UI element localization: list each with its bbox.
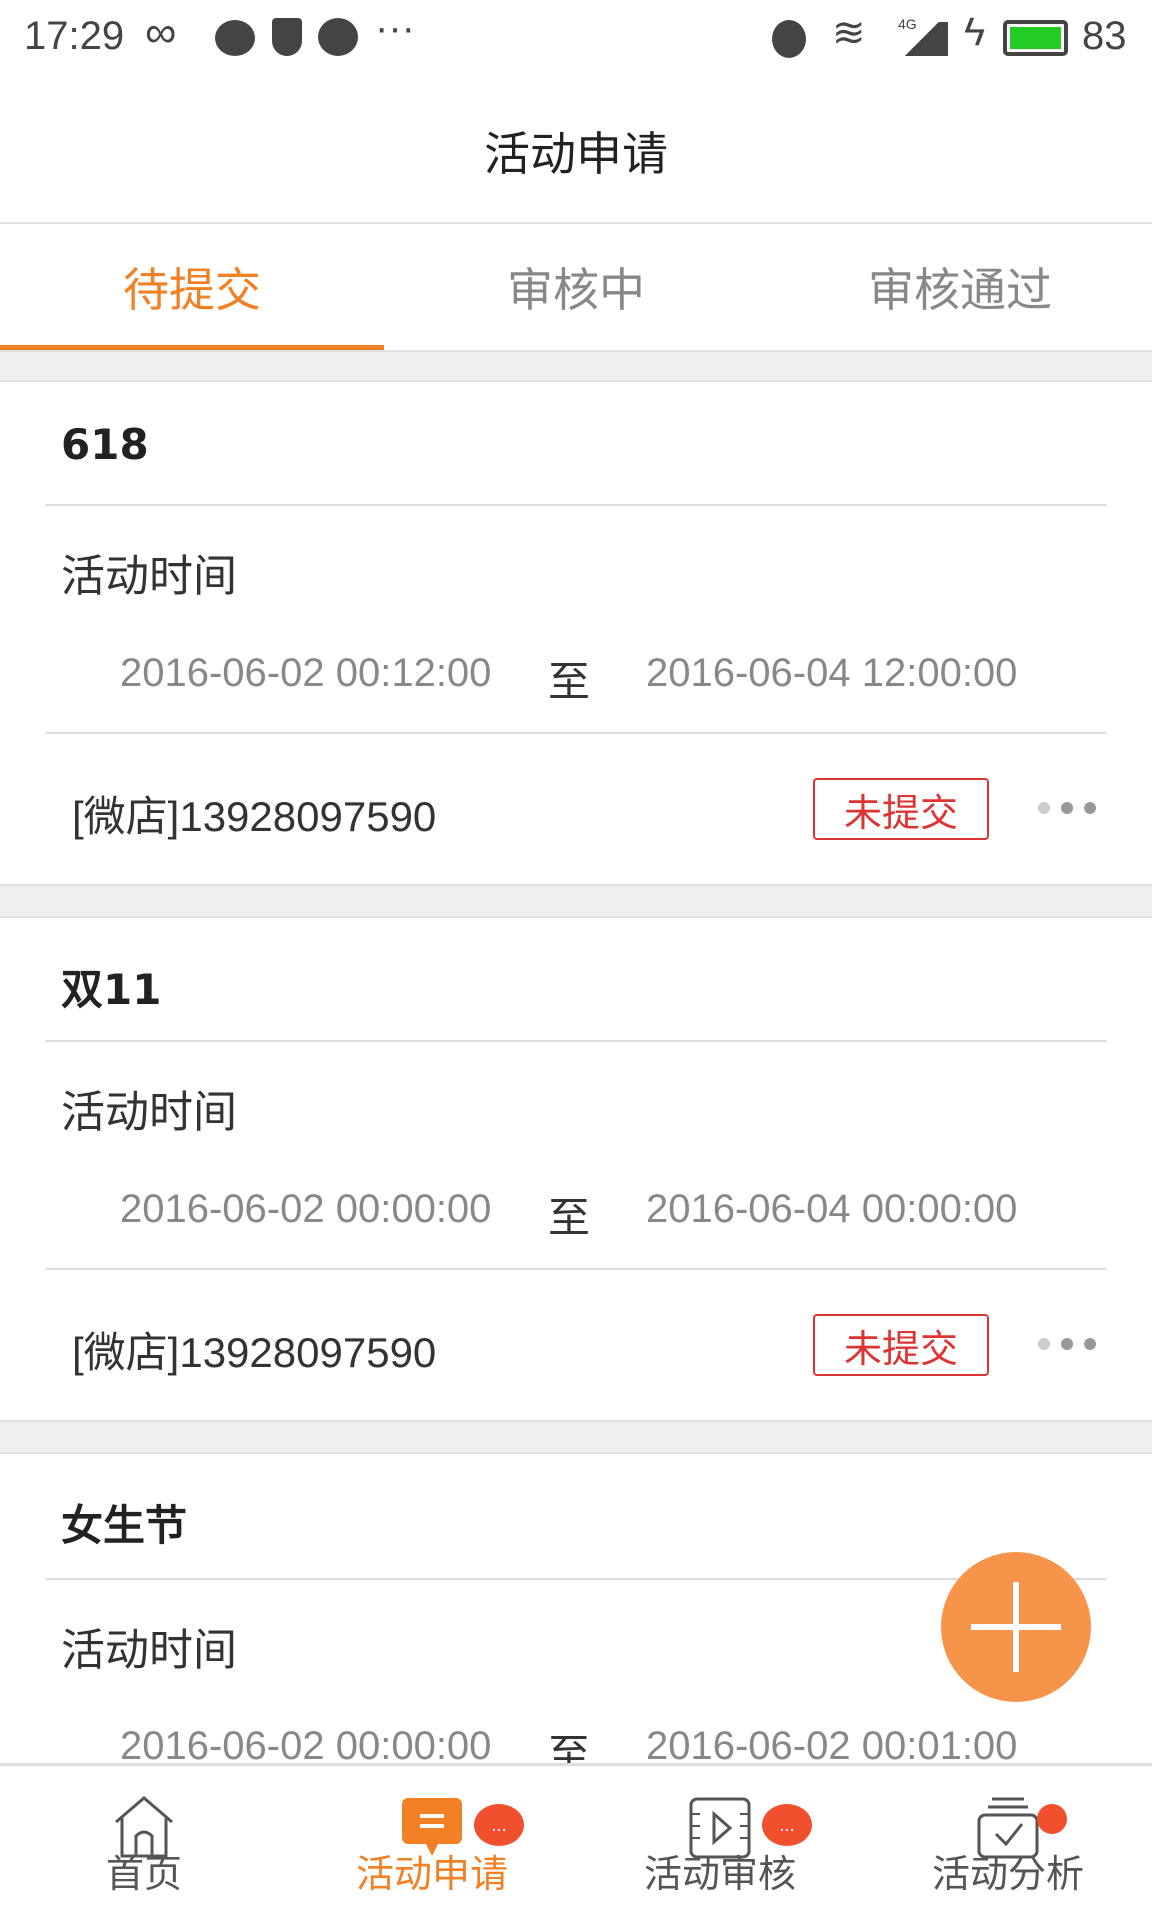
shield-bolt-icon <box>272 18 302 56</box>
page-title: 活动申请 <box>0 80 1152 224</box>
more-options-icon[interactable] <box>1038 802 1096 816</box>
shop-label: [微店]13928097590 <box>72 793 437 840</box>
time-label: 活动时间 <box>61 1625 237 1676</box>
signal-icon <box>900 22 948 56</box>
tab-pending[interactable]: 待提交 <box>0 224 384 350</box>
nav-label: 活动分析 <box>931 1852 1084 1896</box>
to-label: 至 <box>548 1193 591 1242</box>
infinity-icon: ∞ <box>145 8 177 57</box>
tab-bar: 待提交 审核中 审核通过 <box>0 224 1152 350</box>
charging-icon: ϟ <box>964 10 986 54</box>
card-title: 618 <box>61 420 149 469</box>
notification-badge: ... <box>762 1804 812 1846</box>
end-date: 2016-06-04 00:00:00 <box>646 1187 1018 1231</box>
nav-home[interactable]: 首页 <box>0 1766 288 1920</box>
battery-level: 83 <box>1082 14 1127 58</box>
nav-activity-review[interactable]: ... 活动审核 <box>576 1766 864 1920</box>
more-options-icon[interactable] <box>1038 1338 1096 1352</box>
to-label: 至 <box>548 657 591 706</box>
divider <box>45 1578 1107 1580</box>
nav-activity-apply[interactable]: ... 活动申请 <box>288 1766 576 1920</box>
activity-card[interactable]: 双11 活动时间 2016-06-02 00:00:00 至 2016-06-0… <box>0 918 1152 1420</box>
nav-activity-analysis[interactable]: 活动分析 <box>864 1766 1152 1920</box>
activity-card[interactable]: 618 活动时间 2016-06-02 00:12:00 至 2016-06-0… <box>0 382 1152 884</box>
divider <box>0 1420 1152 1454</box>
battery-icon <box>1003 20 1068 56</box>
time-label: 活动时间 <box>61 551 237 602</box>
divider <box>45 732 1107 734</box>
divider <box>45 1040 1107 1042</box>
divider <box>45 504 1107 506</box>
card-title: 女生节 <box>61 1501 188 1550</box>
tab-reviewing[interactable]: 审核中 <box>384 224 768 350</box>
notification-badge: ... <box>474 1804 524 1846</box>
wifi-icon: ≋ <box>832 11 866 55</box>
end-date: 2016-06-04 12:00:00 <box>646 651 1018 695</box>
nav-label: 首页 <box>105 1852 182 1896</box>
time-label: 活动时间 <box>61 1087 237 1138</box>
start-date: 2016-06-02 00:00:00 <box>120 1187 492 1231</box>
nav-label: 活动申请 <box>355 1852 508 1896</box>
nav-label: 活动审核 <box>643 1852 796 1896</box>
divider <box>0 884 1152 918</box>
card-title: 双11 <box>61 965 162 1014</box>
chat-bubble-icon <box>215 20 255 56</box>
status-badge: 未提交 <box>813 778 989 840</box>
divider <box>0 350 1152 382</box>
status-bar: 17:29 ∞ ··· ≋ 4G ϟ 83 <box>0 0 1152 80</box>
notification-dot <box>1037 1804 1067 1834</box>
bottom-nav: 首页 ... 活动申请 ... 活动审核 活动分析 <box>0 1763 1152 1920</box>
divider <box>45 1268 1107 1270</box>
messenger-icon <box>318 18 358 56</box>
start-date: 2016-06-02 00:12:00 <box>120 651 492 695</box>
tab-approved[interactable]: 审核通过 <box>768 224 1152 350</box>
shop-label: [微店]13928097590 <box>72 1329 437 1376</box>
status-time: 17:29 <box>24 14 125 58</box>
alarm-icon <box>772 20 806 58</box>
add-activity-button[interactable] <box>941 1552 1091 1702</box>
status-badge: 未提交 <box>813 1314 989 1376</box>
more-icon: ··· <box>375 6 415 50</box>
